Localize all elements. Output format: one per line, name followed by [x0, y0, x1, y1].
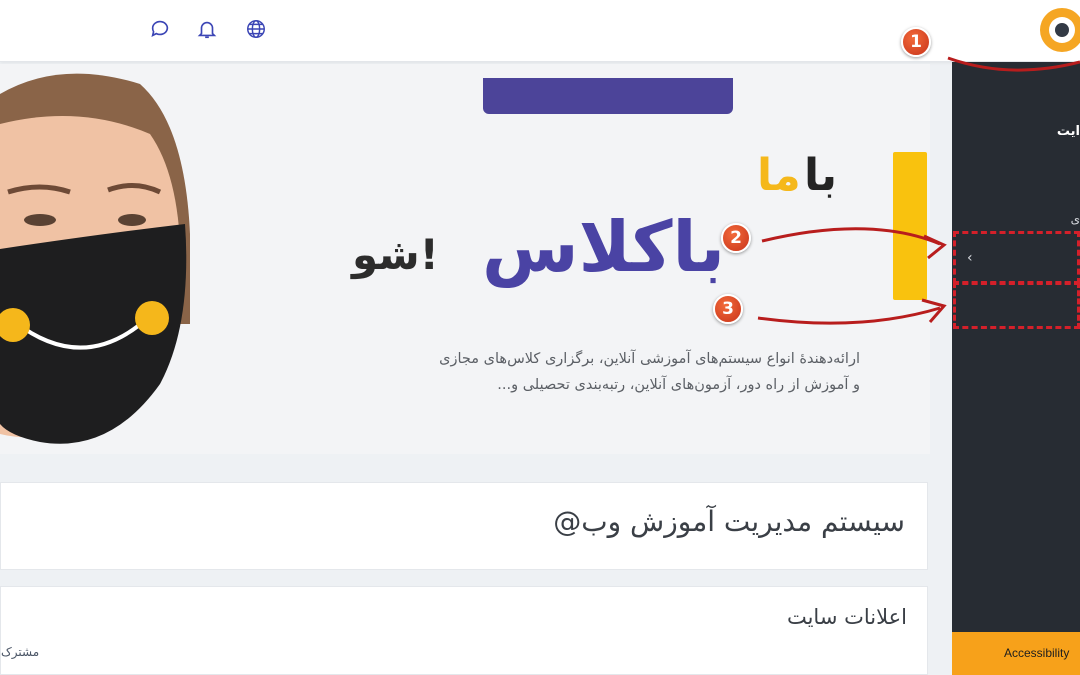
masked-woman-illustration: [0, 73, 190, 444]
annotation-badge-3: 3: [713, 294, 743, 324]
announcement-link[interactable]: مشترک: [1, 645, 39, 659]
hero-yellow-bar: [893, 152, 927, 300]
hero-banner: با ما باکلاس شو! ارائه‌دهندهٔ انواع سیست…: [0, 64, 930, 454]
hero-description: ارائه‌دهندهٔ انواع سیستم‌های آموزشی آنلا…: [280, 346, 860, 398]
highlight-box-3: [953, 282, 1080, 329]
accessibility-button[interactable]: Accessibility: [952, 632, 1080, 675]
sidebar-title[interactable]: ایت: [1057, 124, 1080, 139]
announcements-card: اعلانات سایت مشترک: [0, 586, 928, 675]
annotation-badge-2: 2: [721, 223, 751, 253]
hero-word-sho: شو!: [352, 230, 439, 279]
hero-description-line-1: ارائه‌دهندهٔ انواع سیستم‌های آموزشی آنلا…: [439, 351, 860, 367]
hero-word-ma: ما: [757, 150, 801, 201]
page: ایت ی ‹ Accessibility با ما باکلاس شو! ا…: [0, 0, 1080, 675]
site-logo-icon[interactable]: [1040, 8, 1080, 52]
page-title: سیستم مدیریت آموزش وب@: [553, 505, 905, 538]
hero-brand-text: باکلاس: [482, 206, 726, 288]
hero-purple-bar: [483, 78, 733, 114]
sidebar-item-label[interactable]: ی: [1071, 212, 1080, 226]
message-icon[interactable]: [149, 18, 173, 42]
logo-dot: [1055, 23, 1069, 37]
sidebar: ایت ی ‹ Accessibility: [952, 62, 1080, 675]
hero-word-ba: با: [804, 150, 838, 201]
globe-icon[interactable]: [245, 18, 269, 42]
bell-icon[interactable]: [196, 18, 220, 42]
announcements-title: اعلانات سایت: [786, 605, 907, 629]
highlight-box-2: [953, 231, 1080, 284]
annotation-badge-1: 1: [901, 27, 931, 57]
hero-description-line-2: و آموزش از راه دور، آزمون‌های آنلاین، رت…: [497, 377, 860, 393]
site-title-card: سیستم مدیریت آموزش وب@: [0, 482, 928, 570]
